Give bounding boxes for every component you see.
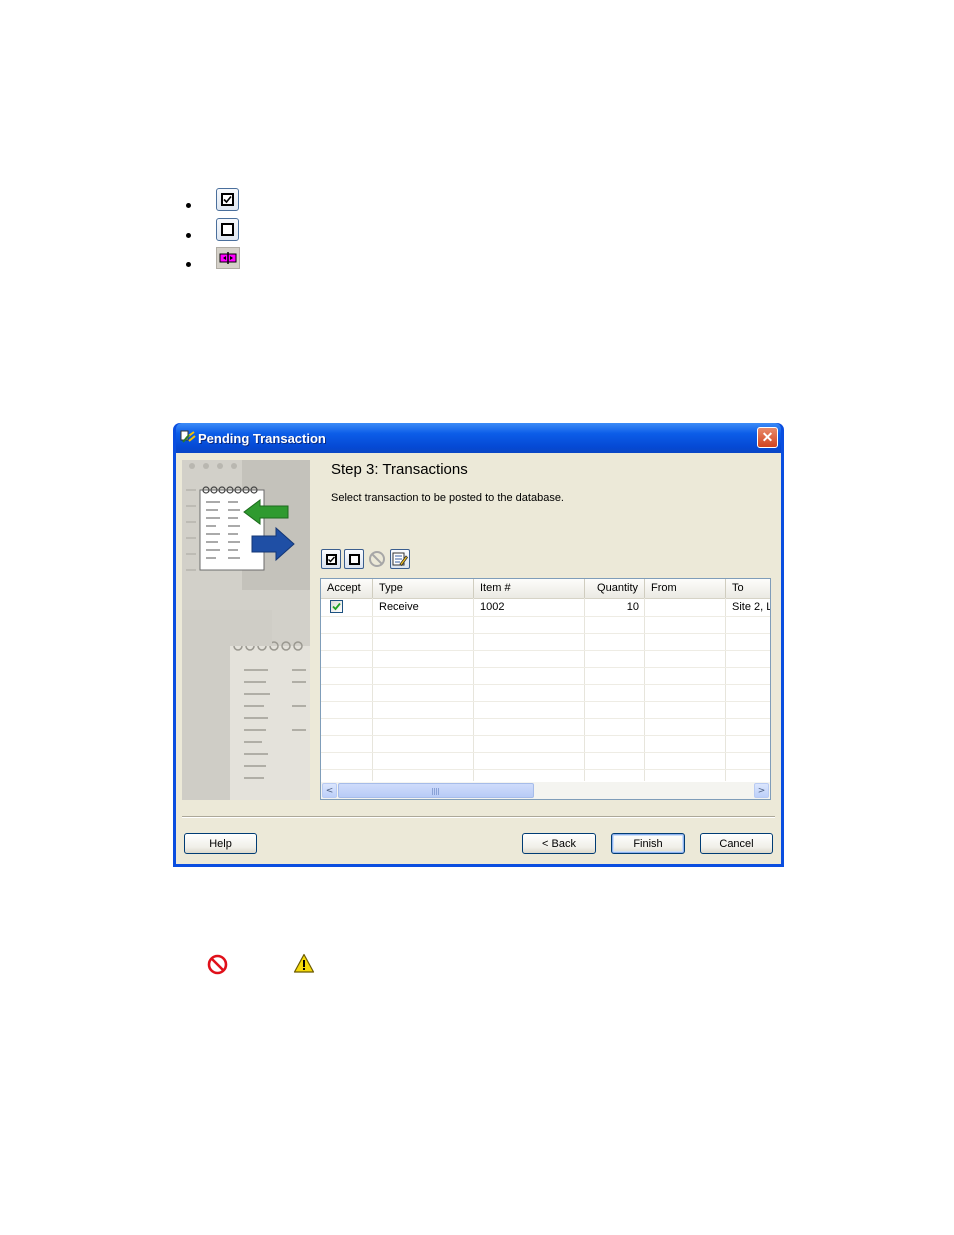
wizard-illustration — [182, 460, 310, 800]
back-button[interactable]: < Back — [522, 833, 596, 854]
column-header-type[interactable]: Type — [373, 579, 474, 598]
scroll-thumb[interactable] — [338, 783, 534, 798]
column-divider — [725, 598, 726, 781]
column-divider — [372, 598, 373, 781]
bullet — [186, 233, 191, 238]
row-divider — [321, 701, 770, 702]
separator — [182, 816, 775, 818]
edit-button[interactable] — [390, 549, 410, 569]
list-item — [186, 188, 266, 216]
grip-icon — [432, 788, 440, 795]
check-all-icon — [325, 553, 337, 565]
edit-icon — [392, 552, 408, 567]
column-header-from[interactable]: From — [645, 579, 726, 598]
check-all-button[interactable] — [321, 549, 341, 569]
checkmark-icon — [332, 602, 341, 611]
title-bar[interactable]: Pending Transaction ✕ — [176, 423, 781, 453]
uncheck-all-button[interactable] — [344, 549, 364, 569]
row-divider — [321, 718, 770, 719]
chevron-left-icon: < — [325, 785, 334, 796]
finish-button[interactable]: Finish — [611, 833, 685, 854]
cell-from — [645, 599, 726, 616]
cell-to: Site 2, L — [732, 601, 771, 613]
bullet — [186, 262, 191, 267]
chevron-right-icon: > — [757, 785, 766, 796]
cell-type: Receive — [379, 601, 419, 613]
column-divider — [473, 598, 474, 781]
row-divider — [321, 616, 770, 617]
step-instruction: Select transaction to be posted to the d… — [331, 492, 564, 504]
help-button[interactable]: Help — [184, 833, 257, 854]
cancel-button[interactable]: Cancel — [700, 833, 773, 854]
accept-checkbox[interactable] — [330, 600, 343, 613]
step-heading: Step 3: Transactions — [331, 461, 468, 478]
cell-item: 1002 — [480, 601, 505, 613]
reject-icon — [369, 551, 385, 567]
row-divider — [321, 633, 770, 634]
list-item — [186, 218, 266, 246]
bullet — [186, 203, 191, 208]
row-divider — [321, 752, 770, 753]
column-header-quantity[interactable]: Quantity — [585, 579, 645, 598]
column-divider — [584, 598, 585, 781]
reject-button[interactable] — [367, 549, 387, 569]
row-divider — [321, 650, 770, 651]
unchecked-box-icon — [216, 218, 239, 241]
column-header-to[interactable]: To — [726, 579, 770, 598]
warning-icon — [293, 953, 315, 978]
scroll-left-button[interactable]: < — [322, 783, 337, 798]
close-icon: ✕ — [761, 429, 774, 445]
grid-header: Accept Type Item # Quantity From To — [321, 579, 770, 599]
close-button[interactable]: ✕ — [757, 427, 778, 448]
transactions-grid: Accept Type Item # Quantity From To Rece… — [320, 578, 771, 800]
cell-quantity: 10 — [626, 601, 639, 613]
column-header-item[interactable]: Item # — [474, 579, 585, 598]
list-item — [186, 247, 266, 275]
row-divider — [321, 667, 770, 668]
scroll-right-button[interactable]: > — [754, 783, 769, 798]
horizontal-scrollbar[interactable]: < > — [321, 782, 770, 799]
pending-transaction-dialog: Pending Transaction ✕ Step 3: Transactio… — [173, 423, 784, 867]
checked-box-icon — [216, 188, 239, 211]
column-resize-icon — [216, 247, 240, 269]
row-divider — [321, 735, 770, 736]
dialog-body: Step 3: Transactions Select transaction … — [176, 453, 781, 864]
row-divider — [321, 684, 770, 685]
window-title: Pending Transaction — [198, 431, 326, 446]
app-icon — [180, 430, 196, 443]
reject-icon — [206, 953, 229, 980]
column-divider — [644, 598, 645, 781]
uncheck-all-icon — [348, 553, 360, 565]
row-divider — [321, 769, 770, 770]
column-header-accept[interactable]: Accept — [321, 579, 373, 598]
